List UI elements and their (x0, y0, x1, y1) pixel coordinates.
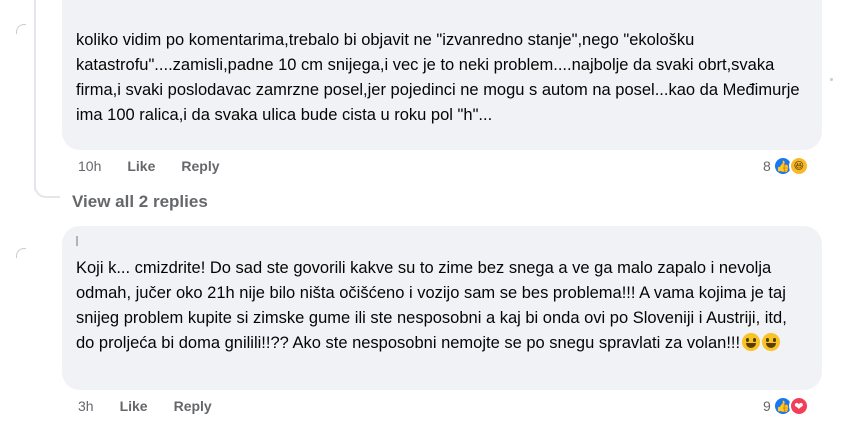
avatar-placeholder (16, 24, 26, 34)
like-button[interactable]: Like (120, 398, 148, 414)
comment-actions: 3h Like Reply (78, 398, 238, 414)
reactions-summary[interactable]: 9 👍 ❤ (763, 396, 809, 416)
reply-button[interactable]: Reply (174, 398, 212, 414)
comment-timestamp[interactable]: 10h (78, 158, 101, 174)
like-button[interactable]: Like (127, 158, 155, 174)
reaction-count: 8 (763, 158, 771, 174)
comment-text: koliko vidim po komentarima,trebalo bi o… (76, 31, 800, 124)
comment-timestamp[interactable]: 3h (78, 398, 94, 414)
view-replies-link[interactable]: View all 2 replies (72, 192, 208, 212)
reaction-count: 9 (763, 398, 771, 414)
grinning-emoji-icon (742, 333, 761, 351)
comment-bubble: Koji k... cmizdrite! Do sad ste govorili… (62, 226, 822, 390)
reactions-summary[interactable]: 8 👍 😆 (763, 156, 809, 176)
comment-text: Koji k... cmizdrite! Do sad ste govorili… (76, 259, 787, 352)
avatar-placeholder (16, 248, 26, 258)
decorative-dot (830, 78, 833, 81)
grinning-emoji-icon (762, 333, 781, 351)
reply-button[interactable]: Reply (181, 158, 219, 174)
thread-line (34, 0, 36, 190)
haha-icon: 😆 (788, 156, 809, 176)
comment-bubble: koliko vidim po komentarima,trebalo bi o… (62, 0, 822, 150)
comment-actions: 10h Like Reply (78, 158, 246, 174)
love-icon: ❤ (788, 396, 809, 416)
thread-connector (34, 170, 60, 198)
author-name[interactable] (76, 236, 78, 246)
